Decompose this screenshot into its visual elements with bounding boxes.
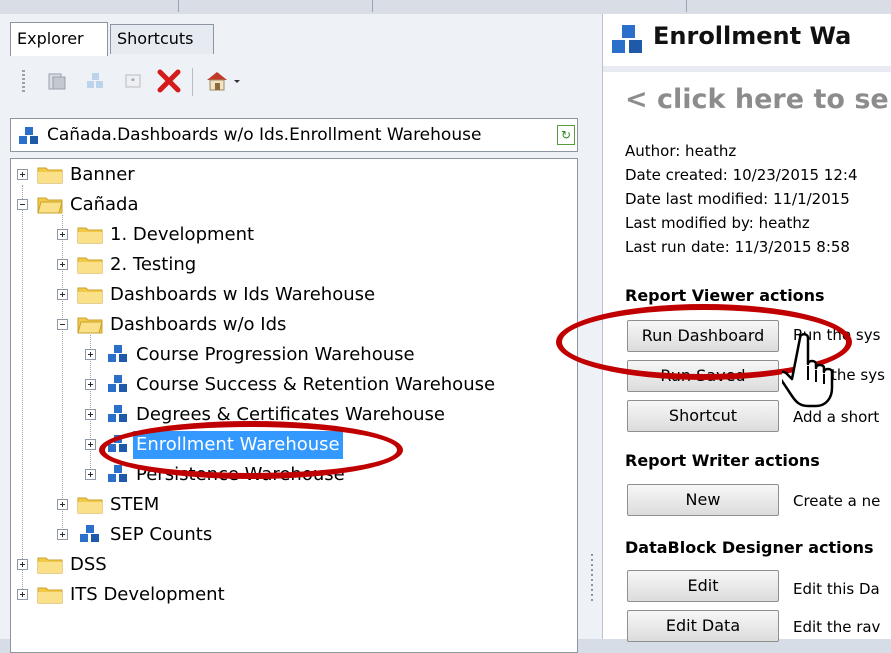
folder-open-icon [37, 193, 63, 217]
tree-item-label: SEP Counts [110, 524, 213, 545]
toolbar-divider [192, 68, 193, 96]
expand-icon[interactable] [57, 229, 68, 240]
warehouse-cubes-icon [105, 373, 131, 397]
refresh-icon[interactable]: ↻ [557, 125, 575, 145]
explorer-toolbar: " [10, 62, 580, 106]
tree-item-label: 2. Testing [110, 254, 197, 275]
new-button[interactable]: New [627, 484, 779, 516]
collapse-icon[interactable] [57, 319, 68, 330]
folder-icon [37, 163, 63, 187]
expand-icon[interactable] [85, 469, 96, 480]
section-heading-designer: DataBlock Designer actions [625, 538, 874, 557]
folder-icon [77, 493, 103, 517]
title-text: Enrollment Wa [653, 22, 852, 50]
tree-connector [22, 185, 23, 593]
tree-item-label: Banner [70, 164, 135, 185]
section-heading-viewer: Report Viewer actions [625, 286, 825, 305]
warehouse-icon[interactable] [204, 68, 230, 94]
expand-icon[interactable] [85, 409, 96, 420]
collapse-icon[interactable] [17, 199, 28, 210]
tree-item-label: Dashboards w Ids Warehouse [110, 284, 376, 305]
splitter-grip[interactable] [591, 554, 593, 604]
toolbar-grip[interactable] [22, 70, 25, 94]
edit-button[interactable]: Edit [627, 570, 779, 602]
tree-item-label: Course Progression Warehouse [136, 344, 415, 365]
expand-icon[interactable] [57, 259, 68, 270]
expand-icon[interactable] [57, 529, 68, 540]
folder-icon [37, 553, 63, 577]
hand-cursor-icon [777, 332, 842, 412]
title-divider [603, 66, 891, 72]
svg-text:": " [131, 78, 135, 88]
delete-icon[interactable] [156, 68, 182, 94]
explorer-panel: Explorer Shortcuts " Cañada.Dashboards w… [0, 14, 582, 653]
expand-icon[interactable] [57, 499, 68, 510]
highlight-oval [99, 421, 403, 479]
folder-icon [37, 583, 63, 607]
tab-shortcuts[interactable]: Shortcuts [110, 24, 214, 54]
folder-icon [77, 253, 103, 277]
folder-icon [77, 223, 103, 247]
warehouse-cubes-icon [105, 343, 131, 367]
explorer-tree: Banner Cañada 1. Development 2. Testing … [10, 158, 578, 653]
top-divider [178, 0, 179, 12]
breadcrumb: Cañada.Dashboards w/o Ids.Enrollment War… [10, 118, 578, 152]
edit-data-button[interactable]: Edit Data [627, 610, 779, 642]
description-link[interactable]: < click here to se [625, 84, 889, 115]
meta-last-run: Last run date: 11/3/2015 8:58 [625, 238, 850, 256]
tree-item-label: Cañada [70, 194, 139, 215]
warehouse-cubes-icon [609, 24, 649, 62]
expand-icon[interactable] [85, 379, 96, 390]
top-strip [0, 0, 891, 15]
tree-item-label: ITS Development [70, 584, 225, 605]
top-divider [372, 0, 373, 12]
shortcut-button[interactable]: Shortcut [627, 400, 779, 432]
open-icon[interactable] [44, 68, 70, 94]
tree-item-label: Dashboards w/o Ids [110, 314, 287, 335]
edit-data-desc: Edit the rav [793, 618, 881, 636]
warehouse-cubes-icon [17, 126, 41, 150]
folder-icon [77, 283, 103, 307]
expand-icon[interactable] [17, 559, 28, 570]
expand-icon[interactable] [85, 349, 96, 360]
tree-item-label: DSS [70, 554, 107, 575]
edit-desc: Edit this Da [793, 580, 880, 598]
tree-item-label: 1. Development [110, 224, 255, 245]
meta-author: Author: heathz [625, 142, 737, 160]
meta-modified-by: Last modified by: heathz [625, 214, 810, 232]
top-divider [686, 0, 687, 12]
dropdown-arrow-icon[interactable] [230, 68, 244, 94]
tab-explorer[interactable]: Explorer [10, 22, 108, 56]
new-desc: Create a ne [793, 492, 881, 510]
quote-icon[interactable]: " [120, 68, 146, 94]
expand-icon[interactable] [17, 589, 28, 600]
section-heading-writer: Report Writer actions [625, 451, 820, 470]
meta-date-created: Date created: 10/23/2015 12:4 [625, 166, 858, 184]
tree-item-label: Course Success & Retention Warehouse [136, 374, 496, 395]
warehouse-cubes-icon [77, 523, 103, 547]
expand-icon[interactable] [57, 289, 68, 300]
tree-item-label: STEM [110, 494, 160, 515]
expand-icon[interactable] [85, 439, 96, 450]
folder-open-icon [77, 313, 103, 337]
warehouse-cubes-icon [105, 403, 131, 427]
new-dashboard-icon[interactable] [82, 68, 108, 94]
meta-date-modified: Date last modified: 11/1/2015 [625, 190, 850, 208]
breadcrumb-path: Cañada.Dashboards w/o Ids.Enrollment War… [47, 125, 482, 145]
expand-icon[interactable] [17, 169, 28, 180]
